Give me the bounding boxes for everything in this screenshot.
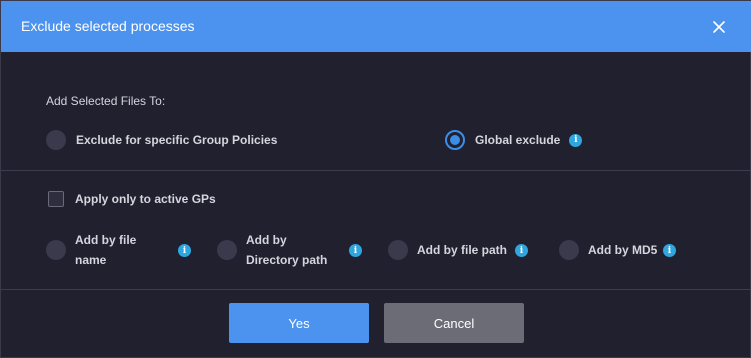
cancel-button[interactable]: Cancel xyxy=(384,303,524,343)
exclude-dialog: Exclude selected processes Add Selected … xyxy=(0,0,751,358)
dialog-header: Exclude selected processes xyxy=(1,1,751,52)
info-icon[interactable]: i xyxy=(515,244,528,257)
radio-circle[interactable] xyxy=(46,130,66,150)
divider xyxy=(1,170,751,171)
radio-label-line2: name xyxy=(75,253,107,267)
divider xyxy=(1,289,751,290)
apply-active-gps-checkbox[interactable]: Apply only to active GPs xyxy=(48,191,216,207)
radio-label-line1: Add by xyxy=(246,233,287,247)
radio-label-line1: Add by file xyxy=(75,233,137,247)
add-selected-files-label: Add Selected Files To: xyxy=(46,94,166,108)
checkbox-box[interactable] xyxy=(48,191,64,207)
radio-label: Add by file path xyxy=(417,243,507,257)
radio-circle[interactable] xyxy=(46,240,66,260)
radio-circle[interactable] xyxy=(559,240,579,260)
radio-label: Global exclude xyxy=(475,133,561,147)
info-icon[interactable]: i xyxy=(663,244,676,257)
close-button[interactable] xyxy=(707,15,731,39)
radio-specific-group-policies[interactable]: Exclude for specific Group Policies xyxy=(46,130,277,150)
radio-label: Exclude for specific Group Policies xyxy=(76,133,278,147)
radio-circle-selected[interactable] xyxy=(445,130,465,150)
radio-add-by-directory-path[interactable]: Add by Directory path i xyxy=(217,230,367,270)
radio-add-by-file-path[interactable]: Add by file path i xyxy=(388,230,538,270)
dialog-title: Exclude selected processes xyxy=(21,18,195,34)
radio-circle[interactable] xyxy=(217,240,237,260)
radio-add-by-md5[interactable]: Add by MD5 i xyxy=(559,230,709,270)
radio-label: Add by MD5 xyxy=(588,243,658,257)
radio-circle[interactable] xyxy=(388,240,408,260)
radio-label: Add by Directory path xyxy=(246,230,327,270)
yes-button[interactable]: Yes xyxy=(229,303,369,343)
radio-label-line2: Directory path xyxy=(246,253,328,267)
info-icon[interactable]: i xyxy=(349,244,362,257)
info-icon[interactable]: i xyxy=(178,244,191,257)
info-icon[interactable]: i xyxy=(569,133,583,147)
radio-add-by-file-name[interactable]: Add by file name i xyxy=(46,230,196,270)
radio-global-exclude[interactable]: Global exclude i xyxy=(445,130,583,150)
radio-label: Add by file name xyxy=(75,230,136,270)
checkbox-label: Apply only to active GPs xyxy=(75,192,216,206)
close-icon xyxy=(713,21,725,33)
